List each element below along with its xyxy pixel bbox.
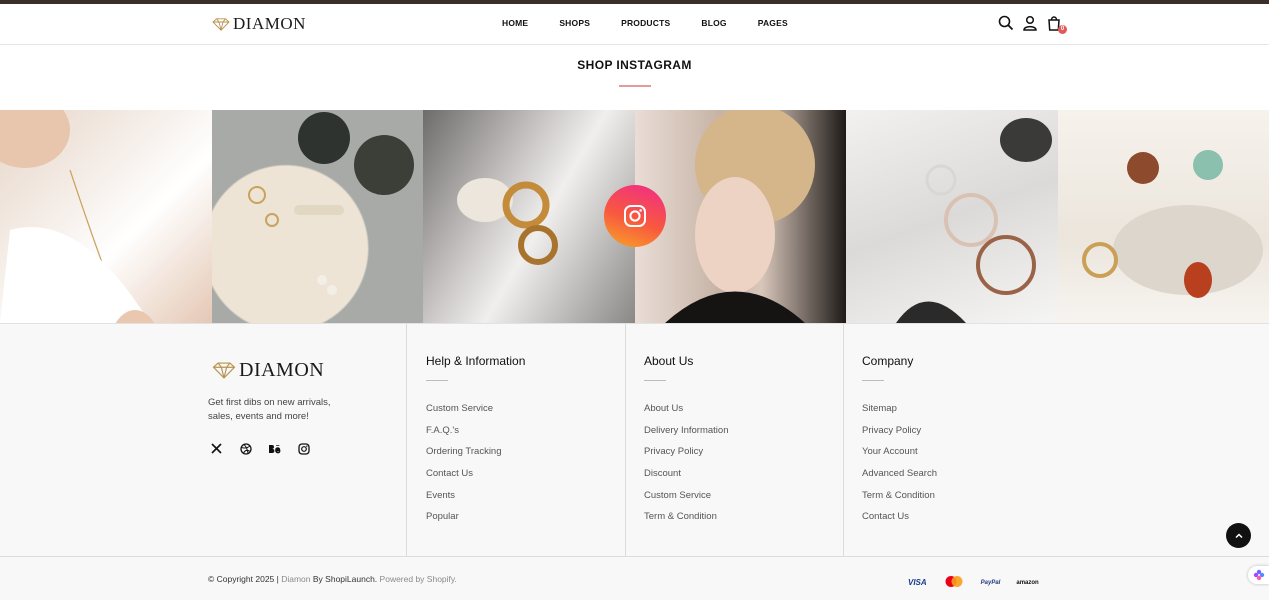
footer-column-company: Company Sitemap Privacy Policy Your Acco… [862, 354, 937, 533]
footer-column-title: About Us [644, 354, 694, 368]
footer-link[interactable]: Term & Condition [862, 490, 937, 512]
back-to-top-button[interactable] [1226, 523, 1251, 548]
instagram-icon[interactable] [604, 185, 666, 247]
x-icon[interactable] [210, 442, 223, 455]
search-icon[interactable] [998, 15, 1014, 31]
footer-divider [406, 324, 407, 557]
instagram-photo-5[interactable] [846, 110, 1058, 323]
flower-icon [1253, 569, 1264, 581]
footer-brand-logo[interactable]: DIAMON [212, 359, 324, 382]
copyright-brand-link[interactable]: Diamon [281, 574, 310, 584]
visa-icon: VISA [908, 578, 927, 587]
footer-link[interactable]: Privacy Policy [644, 446, 728, 468]
footer-column-title: Help & Information [426, 354, 526, 368]
nav-blog[interactable]: BLOG [701, 18, 726, 28]
site-header: DIAMON HOME SHOPS PRODUCTS BLOG PAGES 0 [0, 4, 1269, 45]
footer-column-title: Company [862, 354, 914, 368]
footer-column-help: Help & Information Custom Service F.A.Q.… [426, 354, 525, 533]
footer-link[interactable]: Ordering Tracking [426, 446, 525, 468]
footer-title-underline [644, 380, 666, 381]
nav-pages[interactable]: PAGES [758, 18, 788, 28]
footer-brand-name: DIAMON [239, 359, 325, 381]
copyright-text: © Copyright 2025 | Diamon By ShopiLaunch… [208, 574, 457, 584]
shopping-bag-icon[interactable]: 0 [1046, 15, 1067, 34]
paypal-icon: PayPal [980, 579, 1001, 586]
instagram-section-title: SHOP INSTAGRAM [577, 58, 692, 72]
brand-logo[interactable]: DIAMON [212, 14, 306, 34]
chevron-up-icon [1234, 532, 1243, 538]
footer-link[interactable]: Events [426, 490, 525, 512]
instagram-icon[interactable] [297, 442, 310, 455]
footer-link[interactable]: Your Account [862, 446, 937, 468]
footer-divider [843, 324, 844, 557]
copyright-powered[interactable]: Powered by Shopify. [380, 574, 457, 584]
title-underline [619, 85, 651, 87]
behance-icon[interactable] [268, 442, 281, 455]
cart-count-badge: 0 [1058, 25, 1067, 34]
footer-link[interactable]: About Us [644, 403, 728, 425]
footer-link[interactable]: Privacy Policy [862, 425, 937, 447]
dribbble-icon[interactable] [239, 442, 252, 455]
footer-title-underline [862, 380, 884, 381]
nav-home[interactable]: HOME [502, 18, 528, 28]
social-links [210, 442, 310, 455]
footer-link[interactable]: Discount [644, 468, 728, 490]
user-icon[interactable] [1022, 15, 1038, 31]
instagram-photo-6[interactable] [1057, 110, 1269, 323]
brand-name: DIAMON [233, 14, 306, 33]
footer-divider [625, 324, 626, 557]
footer-link[interactable]: Custom Service [644, 490, 728, 512]
diamond-icon [212, 17, 230, 31]
footer-link[interactable]: Popular [426, 511, 525, 533]
copyright-prefix: © Copyright 2025 | [208, 574, 279, 584]
footer-link[interactable]: F.A.Q.'s [426, 425, 525, 447]
floating-widget-button[interactable] [1248, 566, 1269, 584]
copyright-by[interactable]: By ShopiLaunch. [313, 574, 377, 584]
footer-link[interactable]: Advanced Search [862, 468, 937, 490]
mastercard-icon [943, 575, 965, 590]
site-footer: DIAMON Get first dibs on new arrivals, s… [0, 323, 1269, 600]
nav-shops[interactable]: SHOPS [559, 18, 590, 28]
footer-link[interactable]: Delivery Information [644, 425, 728, 447]
footer-link[interactable]: Custom Service [426, 403, 525, 425]
footer-tagline: Get first dibs on new arrivals, sales, e… [208, 397, 331, 422]
footer-title-underline [426, 380, 448, 381]
amazon-icon: amazon [1016, 579, 1039, 586]
instagram-photo-4[interactable] [634, 110, 846, 323]
footer-bottom-divider [0, 556, 1269, 557]
header-actions: 0 [998, 15, 1067, 34]
diamond-icon [212, 362, 236, 379]
nav-products[interactable]: PRODUCTS [621, 18, 670, 28]
payment-methods: VISA PayPal amazon [908, 575, 1039, 590]
instagram-photo-1[interactable] [0, 110, 212, 323]
footer-column-about: About Us About Us Delivery Information P… [644, 354, 728, 533]
footer-link[interactable]: Term & Condition [644, 511, 728, 533]
instagram-photo-2[interactable] [211, 110, 423, 323]
footer-link[interactable]: Contact Us [426, 468, 525, 490]
main-nav: HOME SHOPS PRODUCTS BLOG PAGES [502, 18, 819, 28]
footer-link[interactable]: Contact Us [862, 511, 937, 533]
instagram-photo-3[interactable] [423, 110, 635, 323]
footer-link[interactable]: Sitemap [862, 403, 937, 425]
